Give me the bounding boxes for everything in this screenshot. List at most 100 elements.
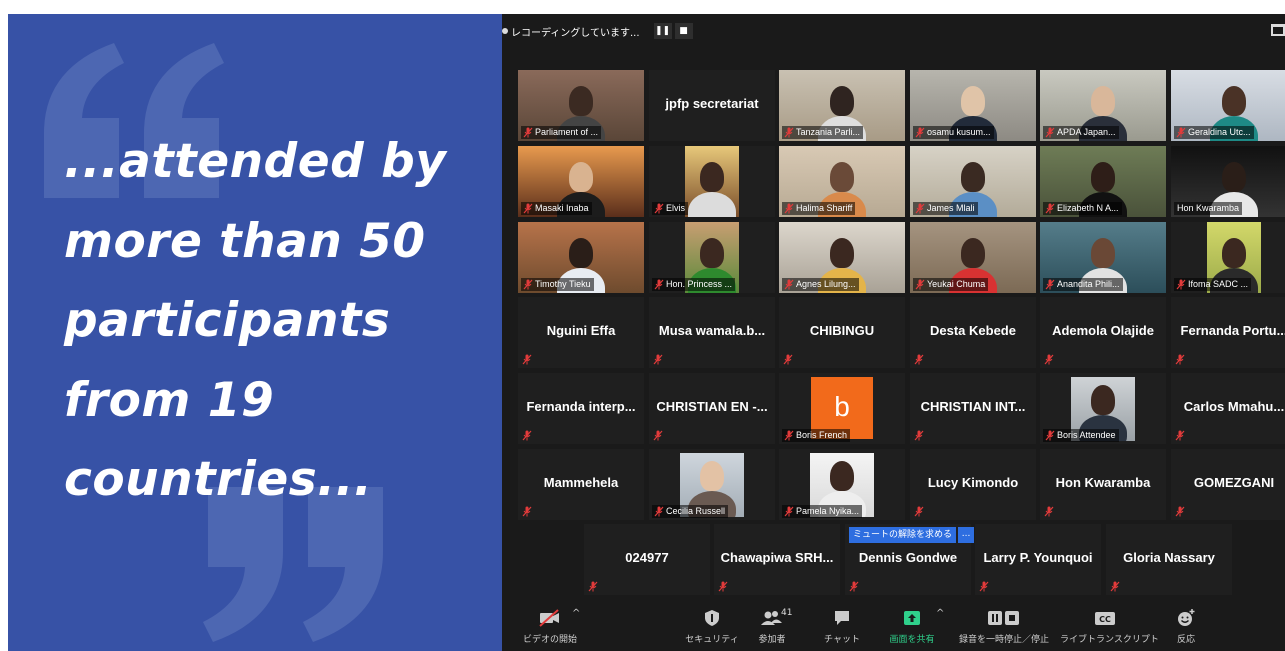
muted-mic-icon [849, 581, 859, 592]
participant-tile[interactable]: CHIBINGU [779, 297, 905, 368]
participant-tile[interactable]: Parliament of ... [518, 70, 644, 141]
muted-mic-icon [523, 127, 533, 138]
participant-tile[interactable]: Carlos Mmahu... [1171, 373, 1285, 444]
shield-icon [705, 610, 719, 626]
more-options-button[interactable]: ... [958, 527, 975, 543]
participant-tile[interactable]: Masaki Inaba [518, 146, 644, 217]
participant-tile[interactable]: Anandita Phili... [1040, 222, 1166, 293]
participant-name-label: Hon Kwaramba [1174, 202, 1243, 215]
participant-name: Ademola Olajide [1052, 323, 1154, 338]
participant-tile[interactable]: osamu kusum... [910, 70, 1036, 141]
participant-tile[interactable]: Larry P. Younquoi [975, 524, 1101, 595]
stop-recording-button[interactable]: ■ [674, 23, 693, 39]
participant-tile[interactable]: Fernanda Portu... [1171, 297, 1285, 368]
participant-tile[interactable]: Yeukai Chuma [910, 222, 1036, 293]
participant-tile[interactable]: 024977 [584, 524, 710, 595]
muted-mic-icon [1045, 279, 1055, 290]
muted-mic-icon [1175, 430, 1185, 441]
participant-tile[interactable]: Timothy Tieku [518, 222, 644, 293]
muted-mic-icon [914, 354, 924, 365]
participant-tile[interactable]: Nguini Effa [518, 297, 644, 368]
participant-tile[interactable]: Lucy Kimondo [910, 449, 1036, 520]
participant-tile[interactable]: Fernanda interp... [518, 373, 644, 444]
quote-text: ...attended by more than 50 participants… [64, 122, 494, 520]
participant-head [1222, 162, 1246, 192]
participant-name: GOMEZGANI [1193, 475, 1275, 490]
participant-head [700, 162, 724, 192]
participant-tile[interactable]: CHRISTIAN EN -... [649, 373, 775, 444]
muted-mic-icon [979, 581, 989, 592]
participant-tile[interactable]: Hon Kwaramba [1040, 449, 1166, 520]
quote-line: countries... [64, 452, 373, 507]
participant-tile[interactable]: Elvis [649, 146, 775, 217]
participant-tile[interactable]: James Mlali [910, 146, 1036, 217]
participant-tile[interactable]: Elizabeth N A... [1040, 146, 1166, 217]
participant-tile[interactable]: Desta Kebede [910, 297, 1036, 368]
participant-name: jpfp secretariat [665, 96, 759, 111]
participants-button[interactable]: 41 参加者 [747, 608, 797, 645]
recording-control-button[interactable]: 録音を一時停止／停止 [954, 608, 1054, 645]
participant-name: Hon Kwaramba [1055, 475, 1151, 490]
gallery-view-icon[interactable] [1271, 24, 1285, 36]
participant-tile[interactable]: Hon. Princess ... [649, 222, 775, 293]
participant-name: CHRISTIAN INT... [920, 399, 1026, 414]
muted-mic-icon [1044, 506, 1054, 517]
share-screen-button[interactable]: 画面を共有 [882, 608, 942, 645]
participant-tile[interactable]: Geraldina Utc... [1171, 70, 1285, 141]
start-video-button[interactable]: ビデオの開始 [520, 608, 580, 645]
participant-tile[interactable]: Musa wamala.b... [649, 297, 775, 368]
live-transcript-button[interactable]: CC ライブトランスクリプト [1060, 608, 1159, 645]
participant-name: Chawapiwa SRH... [720, 550, 834, 565]
participant-head [961, 162, 985, 192]
share-options-caret-icon[interactable]: ^ [936, 608, 944, 619]
participant-tile[interactable]: Boris Attendee [1040, 373, 1166, 444]
participant-name-label: Yeukai Chuma [913, 278, 989, 291]
quote-panel: ...attended by more than 50 participants… [8, 14, 502, 651]
ask-to-unmute-button[interactable]: ミュートの解除を求める [849, 527, 957, 543]
participant-tile[interactable]: Ifoma SADC ... [1171, 222, 1285, 293]
participant-tile[interactable]: Gloria Nassary [1106, 524, 1232, 595]
share-screen-label: 画面を共有 [889, 635, 935, 645]
participant-tile[interactable]: Mammehela [518, 449, 644, 520]
participant-name-label: Masaki Inaba [521, 202, 592, 215]
muted-mic-icon [522, 506, 532, 517]
participant-tile[interactable]: CHRISTIAN INT... [910, 373, 1036, 444]
security-button[interactable]: セキュリティ [682, 608, 742, 645]
participant-head [1222, 86, 1246, 116]
participant-tile[interactable]: Pamela Nyika... [779, 449, 905, 520]
participant-tile[interactable]: Tanzania Parli... [779, 70, 905, 141]
reactions-button[interactable]: 反応 [1166, 608, 1206, 645]
participant-tile[interactable]: jpfp secretariat [649, 70, 775, 141]
participant-tile[interactable]: Ademola Olajide [1040, 297, 1166, 368]
participant-head [1222, 238, 1246, 268]
participant-name-label: Geraldina Utc... [1174, 126, 1254, 139]
participant-head [700, 461, 724, 491]
video-options-caret-icon[interactable]: ^ [572, 608, 580, 619]
participant-tile[interactable]: Chawapiwa SRH... [714, 524, 840, 595]
participant-tile[interactable]: Hon Kwaramba [1171, 146, 1285, 217]
participant-tile[interactable]: b Boris French [779, 373, 905, 444]
participant-tile[interactable]: Agnes Lilung... [779, 222, 905, 293]
participant-name: Hon Kwaramba [1177, 203, 1240, 213]
participant-name: Timothy Tieku [535, 279, 591, 289]
participant-name: Musa wamala.b... [658, 323, 766, 338]
participant-name: Fernanda Portu... [1180, 323, 1285, 338]
participant-tile[interactable]: APDA Japan... [1040, 70, 1166, 141]
muted-mic-icon [784, 430, 794, 441]
participant-tile[interactable]: GOMEZGANI [1171, 449, 1285, 520]
participant-tile[interactable]: Halima Shariff [779, 146, 905, 217]
participant-head [569, 162, 593, 192]
participant-name: Agnes Lilung... [796, 279, 856, 289]
muted-mic-icon [588, 581, 598, 592]
participant-head [830, 86, 854, 116]
chat-button[interactable]: チャット [817, 608, 867, 645]
muted-mic-icon [784, 279, 794, 290]
muted-mic-icon [1175, 354, 1185, 365]
muted-mic-icon [654, 279, 664, 290]
participant-head [830, 238, 854, 268]
pause-recording-button[interactable]: ❚❚ [653, 23, 672, 39]
participant-tile[interactable]: Cecilia Russell [649, 449, 775, 520]
live-transcript-label: ライブトランスクリプト [1060, 635, 1159, 645]
participant-name-label: osamu kusum... [913, 126, 994, 139]
participant-name: Elizabeth N A... [1057, 203, 1119, 213]
